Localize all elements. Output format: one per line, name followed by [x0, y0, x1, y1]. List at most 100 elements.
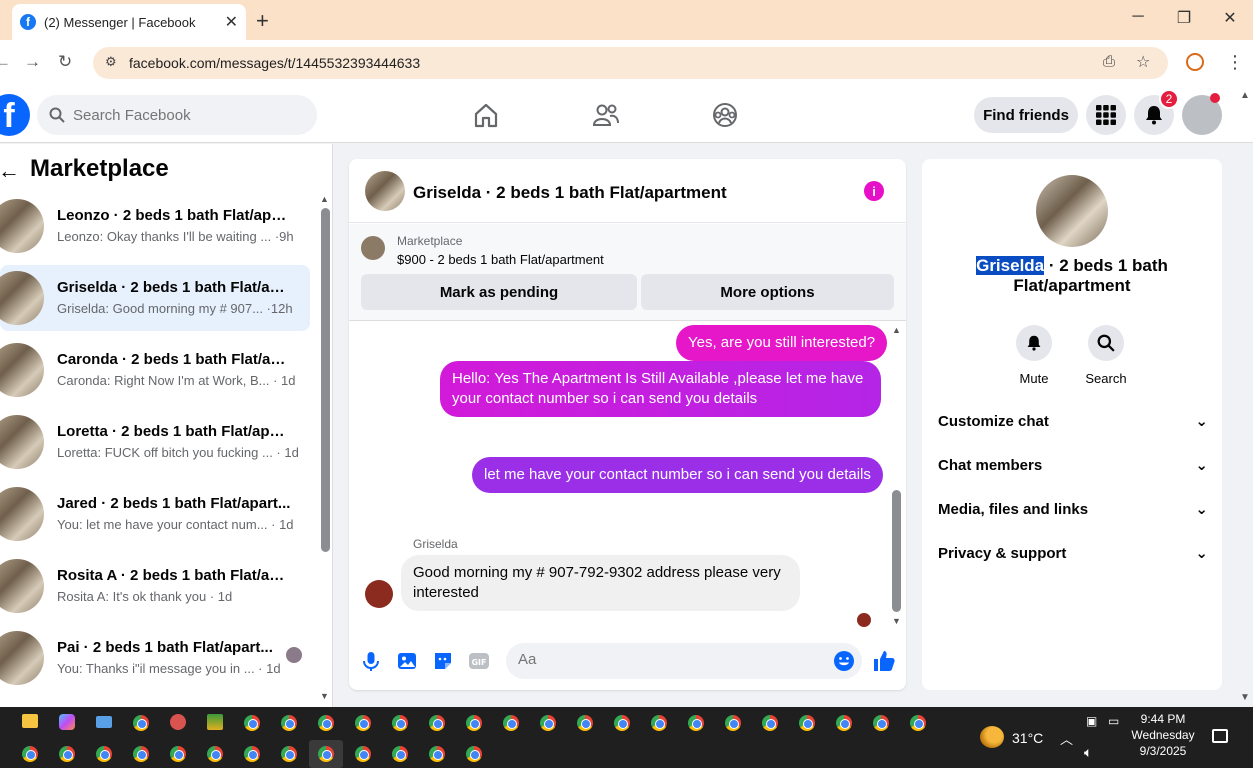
more-options-button[interactable]: More options — [641, 274, 894, 310]
chat-scroll-up-icon[interactable]: ▲ — [892, 325, 901, 335]
chrome-icon[interactable] — [725, 715, 741, 731]
chrome-icon[interactable] — [22, 746, 38, 762]
chrome-icon[interactable] — [133, 746, 149, 762]
chrome-icon[interactable] — [59, 746, 75, 762]
chrome-icon[interactable] — [429, 746, 445, 762]
file-explorer-icon[interactable] — [22, 714, 38, 728]
install-app-icon[interactable]: ⎙ — [1103, 53, 1115, 70]
browser-tab[interactable]: f (2) Messenger | Facebook ✕ — [12, 4, 246, 40]
weather-temperature[interactable]: 31°C — [1012, 730, 1043, 746]
search-in-chat-button[interactable]: Search — [1076, 325, 1136, 386]
message-input[interactable] — [518, 651, 818, 668]
chrome-icon[interactable] — [466, 715, 482, 731]
mark-as-pending-button[interactable]: Mark as pending — [361, 274, 637, 310]
conversation-item-loretta[interactable]: Loretta · 2 beds 1 bath Flat/apar... Lor… — [0, 409, 310, 475]
account-avatar[interactable] — [1182, 93, 1222, 135]
notification-center-icon[interactable] — [1212, 729, 1228, 743]
close-tab-icon[interactable]: ✕ — [225, 12, 238, 32]
microphone-icon[interactable] — [360, 650, 382, 672]
url-field[interactable]: ⚙ facebook.com/messages/t/14455323934446… — [93, 47, 1168, 79]
minimize-icon[interactable]: ─ — [1123, 8, 1153, 26]
maximize-icon[interactable]: ❐ — [1169, 8, 1199, 28]
search-box[interactable] — [37, 95, 317, 135]
copilot-icon[interactable] — [59, 714, 75, 730]
chrome-icon[interactable] — [244, 715, 260, 731]
speaker-icon[interactable]: 🔈︎ — [1084, 744, 1092, 761]
chrome-icon[interactable] — [244, 746, 260, 762]
conversation-item-jared[interactable]: Jared · 2 beds 1 bath Flat/apart... You:… — [0, 481, 310, 547]
thumbs-up-icon[interactable] — [872, 649, 896, 673]
chrome-icon[interactable] — [429, 715, 445, 731]
chat-listing-thumbnail[interactable] — [365, 171, 405, 211]
chrome-icon[interactable] — [96, 746, 112, 762]
home-icon[interactable] — [471, 100, 501, 130]
conversation-item-pai[interactable]: Pai · 2 beds 1 bath Flat/apart... You: T… — [0, 625, 310, 691]
app-icon[interactable] — [207, 714, 223, 730]
scroll-down-icon[interactable]: ▼ — [320, 691, 329, 701]
chrome-icon[interactable] — [355, 746, 371, 762]
taskbar-clock[interactable]: 9:44 PM Wednesday 9/3/2025 — [1122, 711, 1204, 759]
chrome-icon[interactable] — [799, 715, 815, 731]
chrome-icon[interactable] — [392, 746, 408, 762]
info-icon[interactable]: i — [864, 181, 884, 201]
search-input[interactable] — [73, 106, 293, 124]
chrome-icon[interactable] — [577, 715, 593, 731]
chrome-icon[interactable] — [170, 746, 186, 762]
back-arrow-icon[interactable]: ← — [0, 158, 20, 184]
new-tab-icon[interactable]: + — [256, 8, 269, 34]
app-icon[interactable] — [170, 714, 186, 730]
scroll-up-icon[interactable]: ▲ — [320, 194, 329, 204]
chrome-icon[interactable] — [281, 715, 297, 731]
message-composer[interactable] — [506, 643, 862, 679]
keyboard-icon[interactable] — [96, 716, 112, 728]
profile-icon[interactable] — [1186, 53, 1204, 71]
chat-scrollbar[interactable] — [892, 490, 901, 612]
chrome-icon[interactable] — [466, 746, 482, 762]
chat-title[interactable]: Griselda · 2 beds 1 bath Flat/apartment — [413, 183, 727, 203]
chrome-icon[interactable] — [318, 746, 334, 762]
sender-avatar[interactable] — [365, 580, 393, 608]
chrome-icon[interactable] — [133, 715, 149, 731]
conversation-item-leonzo[interactable]: Leonzo · 2 beds 1 bath Flat/apar... Leon… — [0, 193, 310, 259]
gif-icon[interactable]: GIF — [468, 650, 490, 672]
site-settings-icon[interactable]: ⚙ — [105, 54, 117, 70]
chrome-icon[interactable] — [318, 715, 334, 731]
chat-info-thumbnail[interactable] — [1036, 175, 1108, 247]
network-icon[interactable]: ▭ — [1108, 714, 1119, 728]
sticker-icon[interactable] — [432, 650, 454, 672]
chrome-icon[interactable] — [910, 715, 926, 731]
bookmark-star-icon[interactable]: ☆ — [1136, 52, 1150, 72]
conversation-item-griselda[interactable]: Griselda · 2 beds 1 bath Flat/apa... Gri… — [0, 265, 310, 331]
chrome-icon[interactable] — [762, 715, 778, 731]
sidebar-scrollbar[interactable] — [321, 208, 330, 552]
chrome-icon[interactable] — [614, 715, 630, 731]
chevron-up-icon[interactable]: ︿ — [1060, 729, 1073, 748]
camera-icon[interactable]: ▣ — [1086, 714, 1097, 728]
chrome-menu-icon[interactable]: ⋮ — [1226, 52, 1244, 73]
chat-members-row[interactable]: Chat members ⌄ — [938, 453, 1208, 477]
friends-icon[interactable] — [591, 100, 621, 130]
menu-button[interactable] — [1086, 95, 1126, 135]
back-icon[interactable]: ← — [0, 52, 11, 72]
find-friends-button[interactable]: Find friends — [974, 97, 1078, 133]
privacy-support-row[interactable]: Privacy & support ⌄ — [938, 541, 1208, 565]
chrome-icon[interactable] — [503, 715, 519, 731]
emoji-icon[interactable] — [833, 650, 855, 672]
page-scroll-up-icon[interactable]: ▲ — [1240, 90, 1250, 101]
chrome-icon[interactable] — [355, 715, 371, 731]
chrome-icon[interactable] — [207, 746, 223, 762]
chrome-icon[interactable] — [836, 715, 852, 731]
media-files-links-row[interactable]: Media, files and links ⌄ — [938, 497, 1208, 521]
conversation-item-caronda[interactable]: Caronda · 2 beds 1 bath Flat/apa... Caro… — [0, 337, 310, 403]
chrome-icon[interactable] — [873, 715, 889, 731]
mute-button[interactable]: Mute — [1004, 325, 1064, 386]
chat-scroll-down-icon[interactable]: ▼ — [892, 616, 901, 626]
conversation-item-rosita[interactable]: Rosita A · 2 beds 1 bath Flat/apa... Ros… — [0, 553, 310, 619]
close-window-icon[interactable]: ✕ — [1215, 8, 1245, 28]
weather-icon[interactable] — [980, 726, 1004, 748]
chrome-icon[interactable] — [281, 746, 297, 762]
forward-icon[interactable]: → — [24, 52, 41, 72]
photo-icon[interactable] — [396, 650, 418, 672]
chrome-icon[interactable] — [688, 715, 704, 731]
groups-icon[interactable] — [710, 100, 740, 130]
